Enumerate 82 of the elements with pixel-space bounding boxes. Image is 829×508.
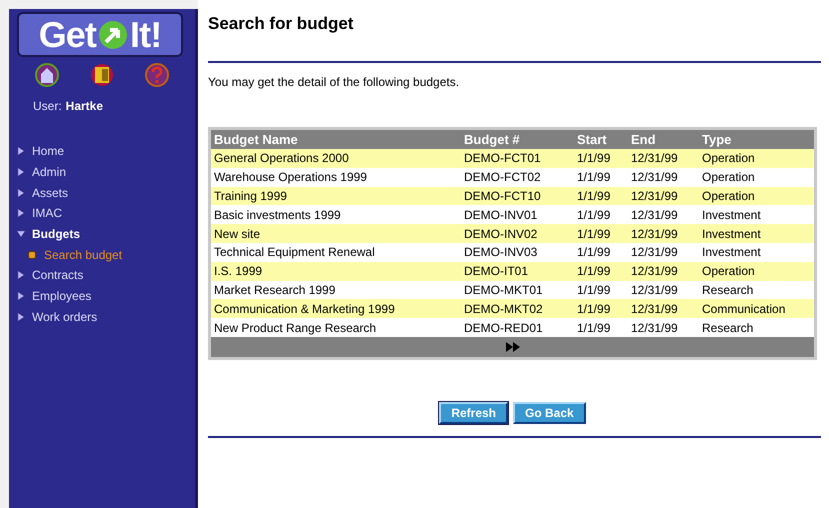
table-cell-text: 12/31/99 [630,320,679,337]
table-cell-text: 12/31/99 [630,150,679,168]
nav-item[interactable]: Admin [17,162,195,182]
caret-right-icon [17,188,25,197]
nav-item[interactable]: Budgets [17,224,195,244]
caret-right-icon [17,168,25,176]
nav-item[interactable]: Employees [17,286,195,306]
user-label: User: [33,98,62,115]
table-cell-text: 12/31/99 [630,169,679,186]
table-cell-text: Operation [701,188,756,205]
table-cell-text: Training 1999 [213,188,288,205]
table-cell-text: DEMO-MKT02 [463,300,544,318]
nav-item[interactable]: Home [17,141,195,162]
table-cell-text: Warehouse Operations 1999 [213,169,368,186]
caret-right-icon [17,209,25,218]
table-cell-text: Operation [701,150,756,168]
table-cell-text: New site [213,226,262,243]
table-cell-text: DEMO-INV03 [463,244,538,262]
nav-item[interactable]: Assets [17,182,195,204]
table-cell-text: DEMO-MKT01 [463,282,544,299]
table-cell-text: 1/1/99 [576,244,612,262]
table-cell-text: I.S. 1999 [213,263,264,280]
table-cell-text: 12/31/99 [630,206,679,224]
table-cell-text: DEMO-INV01 [463,206,538,224]
caret-right-icon [17,312,25,321]
table-cell-text: Communication [701,300,786,318]
table-cell-text: DEMO-INV02 [463,226,538,243]
table-cell-text: Technical Equipment Renewal [213,244,376,262]
column-header: Budget # [463,130,521,149]
table-cell-text: DEMO-FCT02 [463,169,542,186]
table-cell-text: Investment [701,226,762,243]
table-cell-text: 12/31/99 [630,282,679,299]
caret-right-icon [17,147,25,156]
table-cell-text: Research [701,282,754,299]
next-page-icon[interactable] [506,342,520,352]
column-header: Type [701,130,732,149]
caret-right-icon [17,292,25,300]
intro-text: You may get the detail of the following budgets. [208,74,460,91]
table-cell-text: Investment [701,244,762,262]
table-cell-text: 12/31/99 [630,244,679,262]
table-cell-text: 1/1/99 [576,263,612,280]
nav-item[interactable]: Contracts [17,265,195,286]
table-cell-text: General Operations 2000 [213,150,350,168]
logo: Get It! [17,12,183,57]
bullet-icon [28,250,36,259]
book-icon[interactable] [90,63,114,87]
page-title: Search for budget [208,13,354,35]
table-cell-text: Research [701,320,754,337]
table-cell-text: Investment [701,206,762,224]
home-icon[interactable] [34,63,59,87]
table-cell-text: DEMO-RED01 [463,320,544,337]
table-cell-text: Basic investments 1999 [213,206,342,224]
table-cell-text: 1/1/99 [576,188,612,205]
table-cell-text: 1/1/99 [576,282,612,299]
table-cell-text: DEMO-FCT10 [463,188,542,205]
table-cell-text: 1/1/99 [576,150,612,168]
table-cell-text: 1/1/99 [576,300,612,318]
nav-item[interactable]: Work orders [17,306,195,328]
table-cell-text: 12/31/99 [630,300,679,318]
caret-down-icon [17,230,25,238]
table-cell-text: Market Research 1999 [213,282,336,299]
table-cell-text: 1/1/99 [576,206,612,224]
column-header: End [630,130,657,149]
table-cell-text: DEMO-FCT01 [463,150,542,168]
nav-subitem[interactable]: Search budget [28,244,195,266]
caret-right-icon [17,271,25,280]
table-cell-text: Operation [701,263,756,280]
table-cell-text: 1/1/99 [576,169,612,186]
table-cell-text: New Product Range Research [213,320,378,337]
table-cell-text: 1/1/99 [576,320,612,337]
table-cell-text: 12/31/99 [630,263,679,280]
table-cell-text: Communication & Marketing 1999 [213,300,396,318]
column-header: Budget Name [213,130,299,149]
help-icon[interactable] [145,63,170,87]
table-cell-text: 12/31/99 [630,188,679,205]
table-cell-text: 1/1/99 [576,226,612,243]
table-cell-text: 12/31/99 [630,226,679,243]
nav-item[interactable]: IMAC [17,203,195,224]
user-name: Hartke [66,98,104,115]
table-cell-text: Operation [701,169,756,186]
table-cell-text: DEMO-IT01 [463,263,530,280]
column-header: Start [576,130,608,149]
